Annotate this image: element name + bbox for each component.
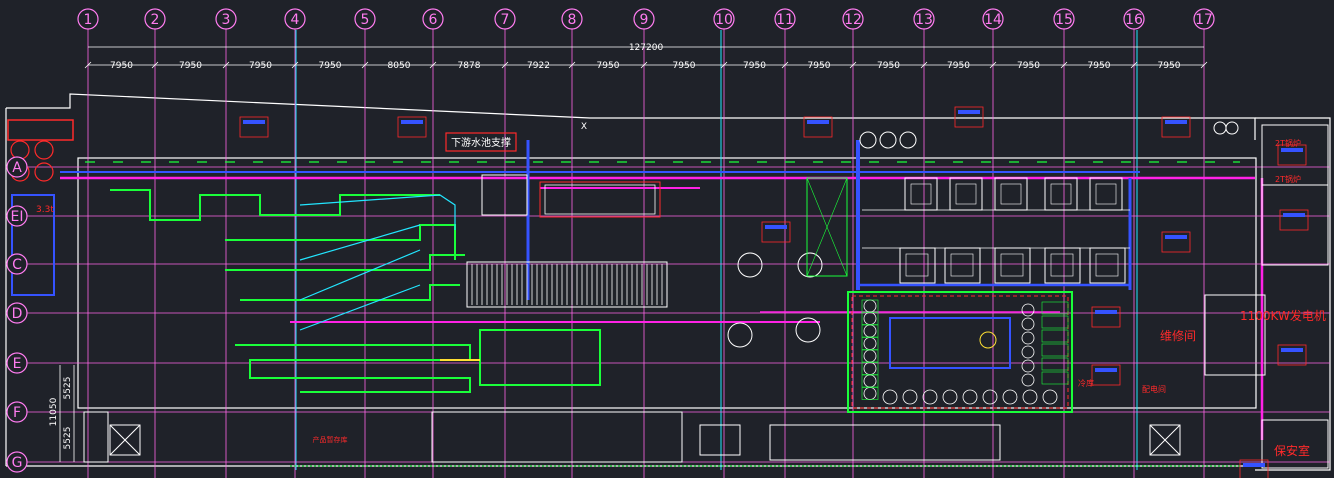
grid-bubble-label-10: 10 xyxy=(715,12,733,28)
cold-label: 冷库 xyxy=(1078,378,1094,388)
equipment-tag-bar-12 xyxy=(1281,348,1303,352)
grid-bubble-label-1: 1 xyxy=(84,12,93,28)
span-dimension-text: 7922 xyxy=(527,61,550,71)
left-small-label: 3.3t xyxy=(36,205,54,215)
vertical-dimension-text: 11050 xyxy=(49,397,59,426)
equipment-tag-bar-10 xyxy=(1283,213,1305,217)
grid-bubble-label-7: 7 xyxy=(501,12,510,28)
span-dimension-text: 7950 xyxy=(1158,61,1181,71)
equipment-tag-bar-4 xyxy=(958,110,980,114)
row-bubble-label-E: E xyxy=(13,356,22,372)
grid-bubble-label-5: 5 xyxy=(361,12,370,28)
factory-layout-drawing: 1272007950 7950 7950 7950 8050 7878 7922 7950 79… xyxy=(0,0,1334,478)
top-box-label: 下游水池支撑 xyxy=(451,136,511,149)
grid-bubble-label-3: 3 xyxy=(222,12,231,28)
span-dimension-text: 7950 xyxy=(1088,61,1111,71)
vertical-dimension-text: 5525 xyxy=(63,377,73,400)
grid-bubble-label-4: 4 xyxy=(291,12,300,28)
grid-bubble-label-12: 12 xyxy=(844,12,862,28)
grid-bubble-label-8: 8 xyxy=(568,12,577,28)
grid-bubble-label-9: 9 xyxy=(640,12,649,28)
mid-right-label: 配电间 xyxy=(1142,384,1166,394)
grid-bubble-label-15: 15 xyxy=(1055,12,1073,28)
right-small-label-2: 2T锅炉 xyxy=(1275,174,1301,184)
equipment-tag-bar-6 xyxy=(1095,310,1117,314)
span-dimension-text: 7950 xyxy=(947,61,970,71)
row-bubble-label-C: C xyxy=(12,257,22,273)
grid-bubble-label-2: 2 xyxy=(151,12,160,28)
repair-label: 维修间 xyxy=(1160,328,1196,343)
row-bubble-label-F: F xyxy=(13,405,21,421)
grid-bubble-label-11: 11 xyxy=(776,12,794,28)
row-bubble-label-D: D xyxy=(12,306,23,322)
span-dimension-text: 7950 xyxy=(1017,61,1040,71)
span-dimension-text: 7950 xyxy=(673,61,696,71)
equipment-tag-bar-8 xyxy=(1165,235,1187,239)
span-dimension-text: 7950 xyxy=(877,61,900,71)
bottom-left-label: 产品暂存库 xyxy=(313,435,348,444)
span-dimension-text: 7950 xyxy=(808,61,831,71)
row-bubble-label-EI: EI xyxy=(11,209,24,225)
span-dimension-text: 8050 xyxy=(388,61,411,71)
span-dimension-text: 7950 xyxy=(179,61,202,71)
center-mark: X xyxy=(581,122,587,132)
grid-bubble-label-13: 13 xyxy=(915,12,933,28)
span-dimension-text: 7950 xyxy=(597,61,620,71)
equipment-tag-bar-9 xyxy=(1281,148,1303,152)
grid-bubble-label-17: 17 xyxy=(1195,12,1213,28)
span-dimension-text: 7950 xyxy=(249,61,272,71)
guard-label: 保安室 xyxy=(1274,443,1310,458)
grid-bubble-label-6: 6 xyxy=(429,12,438,28)
grid-bubble-label-16: 16 xyxy=(1125,12,1143,28)
equipment-tag-bar-3 xyxy=(807,120,829,124)
span-dimension-text: 7878 xyxy=(458,61,481,71)
equipment-tag-bar-5 xyxy=(1165,120,1187,124)
equipment-tag-bar-1 xyxy=(243,120,265,124)
equipment-tag-bar-7 xyxy=(1095,368,1117,372)
row-bubble-label-G: G xyxy=(12,455,23,471)
equipment-tag-bar-2 xyxy=(401,120,423,124)
right-small-label: 2T锅炉 xyxy=(1275,138,1301,148)
span-dimension-text: 7950 xyxy=(319,61,342,71)
vertical-dimension-text: 5525 xyxy=(63,427,73,450)
span-dimension-text: 7950 xyxy=(743,61,766,71)
equipment-tag-bar-13 xyxy=(1243,463,1265,467)
overall-dimension-text: 127200 xyxy=(629,43,664,53)
span-dimension-text: 7950 xyxy=(110,61,133,71)
grid-bubble-label-14: 14 xyxy=(984,12,1002,28)
row-bubble-label-A: A xyxy=(12,160,22,176)
equipment-tag-bar-11 xyxy=(765,225,787,229)
generator-label: 1100KW发电机 xyxy=(1240,308,1326,323)
